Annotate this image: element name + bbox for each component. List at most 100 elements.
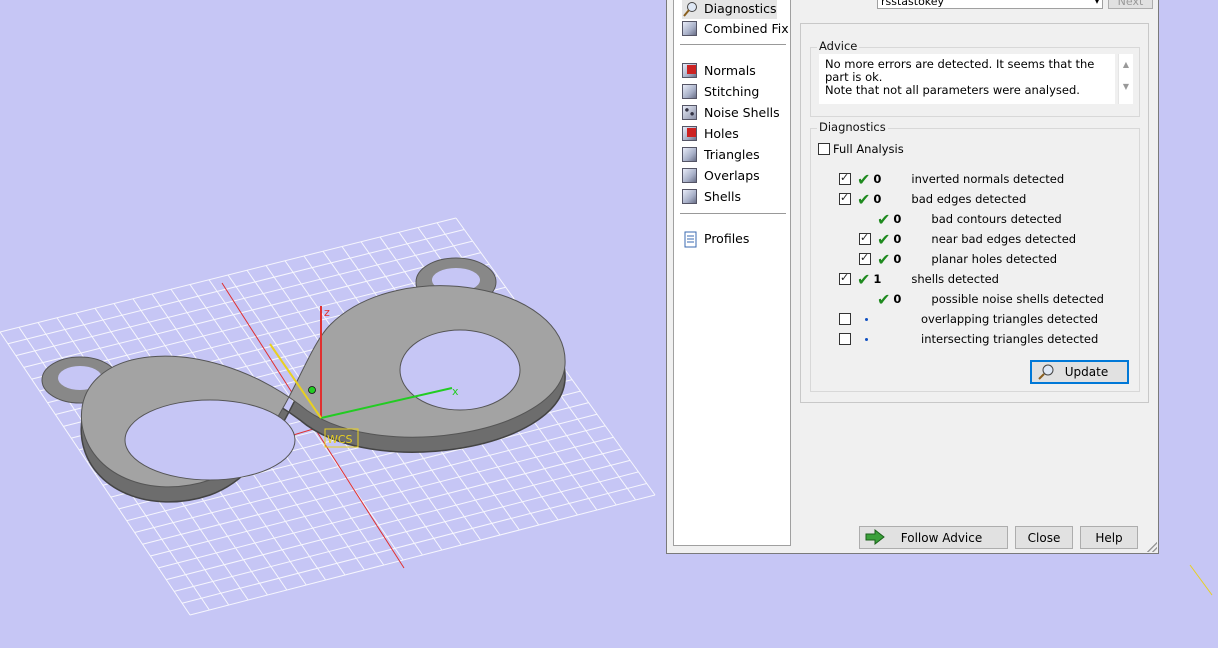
- nav-item-label: Holes: [704, 126, 739, 141]
- nav-item-holes[interactable]: Holes: [682, 124, 739, 144]
- scroll-up-icon: ▲: [1122, 60, 1130, 69]
- check-mark-icon: ✔: [857, 169, 871, 189]
- diag-row: ✔ 0 bad contours detected: [877, 209, 1062, 229]
- check-mark-icon: ✔: [877, 249, 891, 269]
- nav-divider: [680, 213, 786, 214]
- axis-z-label: z: [324, 306, 330, 319]
- nav-item-stitching[interactable]: Stitching: [682, 82, 759, 102]
- content-panel: Advice No more errors are detected. It s…: [800, 23, 1149, 403]
- row-label: bad edges detected: [911, 192, 1027, 206]
- noise-shells-cube-icon: [682, 104, 699, 122]
- update-button-label: Update: [1064, 365, 1109, 379]
- row-checkbox[interactable]: [839, 333, 851, 345]
- diagnostics-dialog: Diagnostics Combined Fix Normals Stitchi…: [666, 0, 1159, 554]
- origin-marker: [308, 386, 316, 394]
- holes-cube-icon: [682, 125, 699, 143]
- row-checkbox[interactable]: [839, 271, 851, 285]
- advice-line-1: No more errors are detected. It seems th…: [825, 57, 1095, 84]
- full-analysis-checkbox[interactable]: [818, 143, 830, 155]
- close-button-label: Close: [1027, 530, 1061, 545]
- diag-row: ✔ 0 near bad edges detected: [859, 229, 1076, 249]
- resize-grip-icon[interactable]: [1147, 542, 1157, 552]
- advice-group: Advice No more errors are detected. It s…: [810, 39, 1140, 117]
- diag-row: ✔ 1 shells detected: [839, 269, 999, 289]
- row-count: 0: [873, 192, 882, 206]
- row-label: inverted normals detected: [911, 172, 1065, 186]
- row-checkbox[interactable]: [839, 171, 851, 185]
- nav-item-label: Combined Fix: [704, 21, 789, 36]
- diag-row: intersecting triangles detected: [839, 329, 1098, 349]
- document-icon: [682, 231, 699, 248]
- triangles-cube-icon: [682, 146, 699, 164]
- row-checkbox[interactable]: [859, 231, 871, 245]
- row-count: 0: [873, 172, 882, 186]
- chevron-down-icon: ▾: [1094, 0, 1099, 6]
- axis-x-label: x: [452, 385, 459, 398]
- advice-title: Advice: [817, 39, 860, 53]
- full-analysis-label: Full Analysis: [833, 142, 904, 156]
- nav-item-overlaps[interactable]: Overlaps: [682, 166, 760, 186]
- check-mark-icon: ✔: [857, 189, 871, 209]
- nav-item-label: Normals: [704, 63, 756, 78]
- nav-item-combined-fix[interactable]: Combined Fix: [682, 19, 789, 39]
- row-label: intersecting triangles detected: [921, 332, 1099, 346]
- nav-item-diagnostics[interactable]: Diagnostics: [682, 0, 777, 19]
- close-button[interactable]: Close: [1015, 526, 1073, 549]
- check-mark-icon: ✔: [877, 229, 891, 249]
- nav-item-label: Profiles: [704, 231, 750, 246]
- normals-cube-icon: [682, 62, 699, 80]
- pending-dot-icon: [851, 317, 881, 321]
- dropdown-value: rsstastokey: [881, 0, 945, 8]
- help-button-label: Help: [1095, 530, 1123, 545]
- magnifier-icon: [1037, 363, 1055, 384]
- check-mark-icon: ✔: [877, 289, 891, 309]
- nav-divider: [680, 44, 786, 45]
- nav-item-label: Overlaps: [704, 168, 760, 183]
- full-analysis-row[interactable]: Full Analysis: [818, 139, 904, 159]
- follow-advice-label: Follow Advice: [900, 530, 983, 545]
- nav-item-label: Diagnostics: [704, 1, 777, 16]
- nav-list: Diagnostics Combined Fix Normals Stitchi…: [673, 0, 791, 546]
- cube-icon: [682, 20, 699, 38]
- row-checkbox[interactable]: [839, 313, 851, 325]
- arrow-right-icon: [865, 528, 885, 548]
- help-button[interactable]: Help: [1080, 526, 1138, 549]
- nav-item-profiles[interactable]: Profiles: [682, 229, 749, 249]
- nav-item-label: Shells: [704, 189, 742, 204]
- follow-advice-button[interactable]: Follow Advice: [859, 526, 1008, 549]
- overlaps-cube-icon: [682, 167, 699, 185]
- diag-row: ✔ 0 planar holes detected: [859, 249, 1057, 269]
- nav-item-noise-shells[interactable]: Noise Shells: [682, 103, 780, 123]
- profile-dropdown[interactable]: rsstastokey ▾: [877, 0, 1103, 9]
- magnifier-icon: [682, 1, 699, 18]
- row-count: 0: [893, 212, 902, 226]
- row-count: 0: [893, 252, 902, 266]
- check-mark-icon: ✔: [877, 209, 891, 229]
- diag-row: ✔ 0 bad edges detected: [839, 189, 1026, 209]
- grid-line: [189, 494, 656, 616]
- row-checkbox[interactable]: [839, 191, 851, 205]
- next-button[interactable]: Next: [1108, 0, 1153, 9]
- row-label: overlapping triangles detected: [921, 312, 1099, 326]
- row-label: shells detected: [911, 272, 999, 286]
- infinity-pendant-model: [41, 257, 566, 503]
- shells-cube-icon: [682, 188, 699, 206]
- row-checkbox[interactable]: [859, 251, 871, 265]
- corner-axis-line: [1189, 564, 1213, 596]
- nav-item-triangles[interactable]: Triangles: [682, 145, 760, 165]
- nav-item-label: Noise Shells: [704, 105, 780, 120]
- update-button[interactable]: Update: [1030, 360, 1129, 384]
- scroll-down-icon: ▼: [1122, 82, 1130, 91]
- nav-item-label: Stitching: [704, 84, 760, 99]
- diag-row: ✔ 0 possible noise shells detected: [877, 289, 1104, 309]
- row-label: bad contours detected: [931, 212, 1062, 226]
- nav-item-normals[interactable]: Normals: [682, 61, 756, 81]
- stitching-cube-icon: [682, 83, 699, 101]
- nav-item-shells[interactable]: Shells: [682, 187, 741, 207]
- nav-item-label: Triangles: [704, 147, 760, 162]
- row-label: near bad edges detected: [931, 232, 1077, 246]
- row-count: 1: [873, 272, 882, 286]
- advice-scrollbar[interactable]: ▲ ▼: [1118, 54, 1133, 104]
- advice-text: No more errors are detected. It seems th…: [819, 54, 1115, 104]
- diagnostics-title: Diagnostics: [817, 120, 888, 134]
